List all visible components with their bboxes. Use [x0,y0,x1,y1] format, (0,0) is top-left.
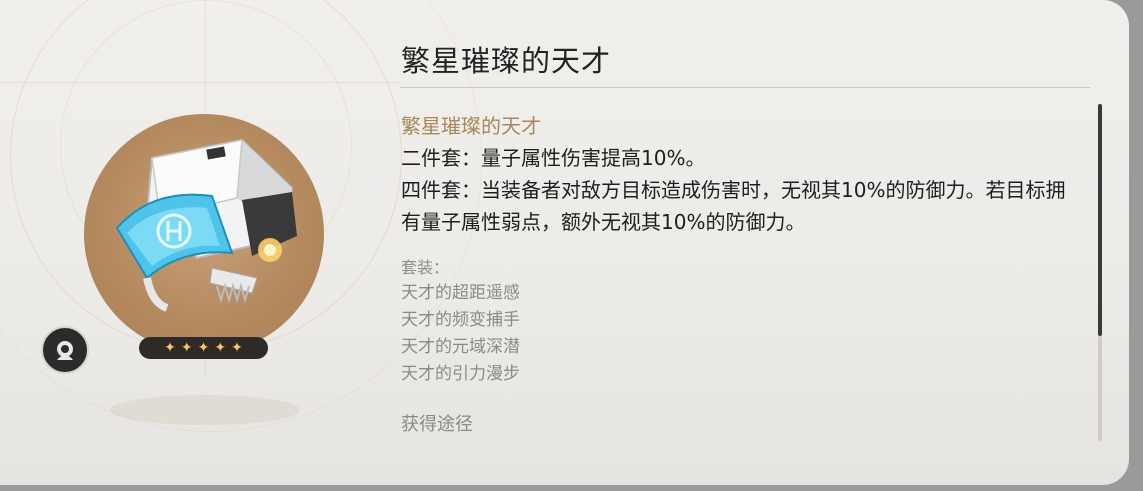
rarity-stars: ✦ ✦ ✦ ✦ ✦ [139,337,268,359]
decor-line [0,82,400,83]
path-badge [41,326,89,374]
piece-item[interactable]: 天才的引力漫步 [401,361,1091,388]
star-icon: ✦ [197,340,210,356]
relic-description[interactable]: 繁星璀璨的天才 二件套：量子属性伤害提高10%。 四件套：当装备者对敌方目标造成… [401,110,1091,436]
title-divider [400,87,1090,88]
pieces-label: 套装： [401,258,450,277]
star-icon: ✦ [214,340,227,356]
piece-item[interactable]: 天才的元域深潜 [401,334,1091,361]
star-icon: ✦ [231,340,243,356]
page-title: 繁星璀璨的天才 [401,44,612,78]
relic-headgear-icon [115,138,297,312]
piece-item[interactable]: 天才的频变捕手 [401,307,1091,334]
four-piece-effect: 四件套：当装备者对敌方目标造成伤害时，无视其10%的防御力。若目标拥有量子属性弱… [401,178,1066,234]
erudition-path-icon [57,341,73,360]
pedestal-shadow [110,395,300,425]
set-name: 繁星璀璨的天才 [401,114,541,138]
acquire-label[interactable]: 获得途径 [401,410,1091,436]
relic-detail-card: ✦ ✦ ✦ ✦ ✦ 繁星璀璨的天才 繁星璀璨的天才 二件套：量子属性伤害提高10… [0,0,1129,485]
two-piece-effect: 二件套：量子属性伤害提高10%。 [401,146,706,170]
star-icon: ✦ [180,340,193,356]
star-icon: ✦ [164,340,176,356]
piece-item[interactable]: 天才的超距遥感 [401,280,1091,307]
scrollbar-thumb[interactable] [1098,104,1102,336]
scrollbar-track[interactable] [1098,336,1102,441]
